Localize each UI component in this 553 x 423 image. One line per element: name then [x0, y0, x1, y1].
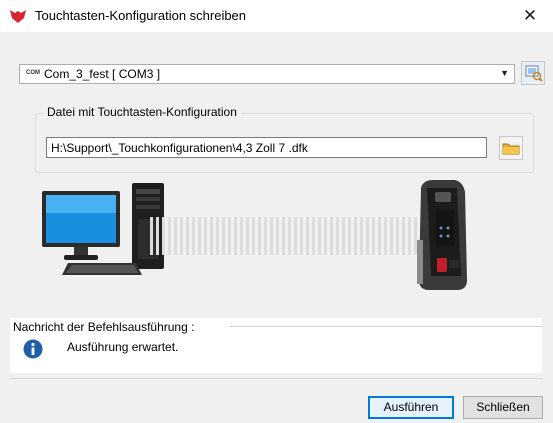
transfer-animation [150, 217, 418, 255]
browse-file-button[interactable] [499, 136, 523, 160]
title-bar: Touchtasten-Konfiguration schreiben ✕ [0, 0, 553, 32]
terminal-device-illustration [417, 180, 467, 290]
info-icon [23, 339, 43, 359]
message-divider [230, 326, 543, 327]
port-selected-value: Com_3_fest [ COM3 ] [44, 67, 161, 81]
computer-illustration [42, 183, 164, 275]
folder-icon [502, 143, 520, 155]
window-title: Touchtasten-Konfiguration schreiben [35, 8, 247, 23]
close-button[interactable]: Schließen [463, 396, 543, 419]
message-text: Ausführung erwartet. [67, 340, 179, 354]
close-window-button[interactable]: ✕ [507, 0, 553, 32]
red-wing-logo-icon [10, 10, 26, 23]
chevron-down-icon[interactable]: ▼ [500, 68, 509, 78]
file-group-label: Datei mit Touchtasten-Konfiguration [43, 105, 241, 119]
footer-separator [10, 378, 543, 379]
port-prefix: COM [26, 70, 40, 76]
file-path-input[interactable]: H:\Support\_Touchkonfigurationen\4,3 Zol… [46, 137, 487, 158]
dialog-window: Touchtasten-Konfiguration schreiben ✕ CO… [0, 0, 553, 423]
port-search-button[interactable] [521, 61, 545, 85]
run-button[interactable]: Ausführen [368, 396, 454, 419]
message-label: Nachricht der Befehlsausführung : [13, 320, 199, 334]
port-search-icon [525, 65, 543, 82]
close-icon[interactable]: ✕ [523, 6, 537, 25]
port-select[interactable]: COM Com_3_fest [ COM3 ] ▼ [19, 64, 515, 84]
